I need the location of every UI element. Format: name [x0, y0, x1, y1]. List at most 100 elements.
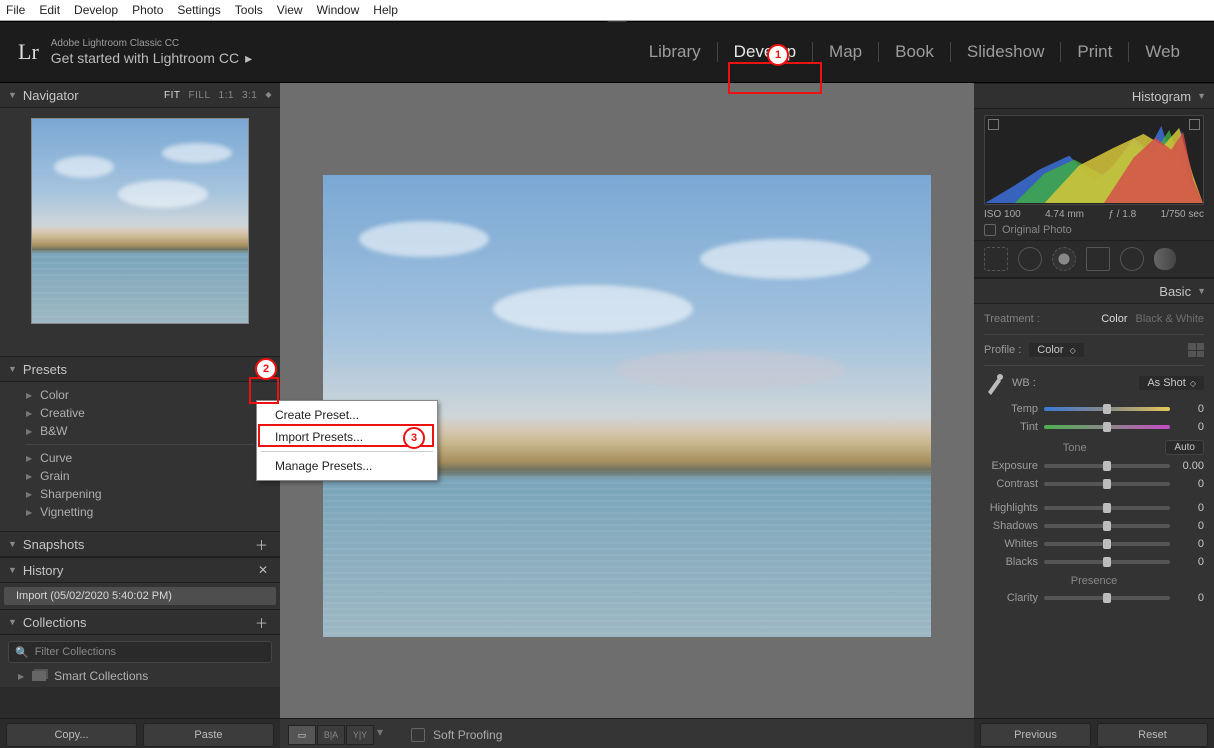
- treatment-bw[interactable]: Black & White: [1136, 313, 1204, 325]
- histogram-chart[interactable]: [984, 115, 1204, 205]
- collections-header[interactable]: ▼ Collections ＋: [0, 609, 280, 635]
- add-snapshot-button[interactable]: ＋: [251, 535, 272, 554]
- preset-group[interactable]: ▶Vignetting: [0, 503, 280, 521]
- module-web[interactable]: Web: [1129, 42, 1196, 62]
- shadow-clip-indicator[interactable]: [988, 119, 999, 130]
- crop-tool-icon[interactable]: [984, 247, 1008, 271]
- soft-proof-checkbox[interactable]: [411, 728, 425, 742]
- before-after-tb-button[interactable]: Y|Y: [346, 725, 374, 745]
- history-entry[interactable]: Import (05/02/2020 5:40:02 PM): [4, 587, 276, 605]
- menu-view[interactable]: View: [277, 3, 303, 17]
- module-slideshow[interactable]: Slideshow: [951, 42, 1062, 62]
- module-map[interactable]: Map: [813, 42, 879, 62]
- module-library[interactable]: Library: [633, 42, 718, 62]
- history-header[interactable]: ▼ History ✕: [0, 557, 280, 583]
- auto-tone-button[interactable]: Auto: [1165, 440, 1204, 455]
- profile-select[interactable]: Color◇: [1029, 343, 1083, 357]
- basic-title: Basic: [1159, 284, 1191, 299]
- logo-block: Lr Adobe Lightroom Classic CC Get starte…: [18, 38, 252, 67]
- filter-collections-input[interactable]: 🔍 Filter Collections: [8, 641, 272, 663]
- caret-right-icon: ▶: [26, 427, 32, 436]
- presets-header[interactable]: ▼ Presets ＋: [0, 356, 280, 382]
- reset-button[interactable]: Reset: [1097, 723, 1208, 747]
- original-photo-row[interactable]: Original Photo: [984, 224, 1204, 236]
- previous-button[interactable]: Previous: [980, 723, 1091, 747]
- disclosure-triangle-icon: ▼: [8, 565, 17, 575]
- original-photo-checkbox[interactable]: [984, 224, 996, 236]
- slider-blacks[interactable]: Blacks0: [984, 553, 1204, 571]
- menu-manage-presets[interactable]: Manage Presets...: [257, 455, 437, 477]
- slider-contrast[interactable]: Contrast0: [984, 475, 1204, 493]
- treatment-color[interactable]: Color: [1101, 313, 1127, 325]
- slider-exposure[interactable]: Exposure0.00: [984, 457, 1204, 475]
- copy-button[interactable]: Copy...: [6, 723, 137, 747]
- navigator-zoom[interactable]: FIT FILL 1:1 3:1 ◆: [164, 90, 272, 101]
- preset-group[interactable]: ▶Grain: [0, 467, 280, 485]
- wb-select[interactable]: As Shot◇: [1139, 376, 1204, 390]
- callout-number-1: 1: [767, 44, 789, 66]
- caret-right-icon: ▸: [245, 50, 252, 67]
- product-subtitle: Adobe Lightroom Classic CC: [51, 38, 252, 50]
- right-panel: Histogram ▼ ISO 100 4.74 mm: [974, 83, 1214, 748]
- radial-filter-tool-icon[interactable]: [1120, 247, 1144, 271]
- brush-tool-icon[interactable]: [1154, 248, 1176, 270]
- eyedropper-icon[interactable]: [984, 370, 1004, 396]
- search-icon: 🔍: [15, 646, 29, 659]
- paste-button[interactable]: Paste: [143, 723, 274, 747]
- module-print[interactable]: Print: [1061, 42, 1129, 62]
- menu-window[interactable]: Window: [317, 3, 360, 17]
- menu-photo[interactable]: Photo: [132, 3, 163, 17]
- menu-settings[interactable]: Settings: [177, 3, 220, 17]
- disclosure-triangle-icon: ▼: [1197, 91, 1206, 101]
- add-collection-button[interactable]: ＋: [251, 613, 272, 632]
- graduated-filter-tool-icon[interactable]: [1086, 247, 1110, 271]
- preset-group[interactable]: ▶Curve: [0, 449, 280, 467]
- product-title[interactable]: Get started with Lightroom CC ▸: [51, 50, 252, 67]
- loupe-view-button[interactable]: ▭: [288, 725, 316, 745]
- histogram-title: Histogram: [1132, 89, 1191, 104]
- module-book[interactable]: Book: [879, 42, 951, 62]
- clear-history-button[interactable]: ✕: [254, 563, 272, 577]
- chevron-updown-icon: ◇: [1190, 379, 1196, 388]
- os-menubar[interactable]: File Edit Develop Photo Settings Tools V…: [0, 0, 1214, 21]
- histogram-header[interactable]: Histogram ▼: [974, 83, 1214, 109]
- module-header: Lr Adobe Lightroom Classic CC Get starte…: [0, 22, 1214, 83]
- preset-group[interactable]: ▶B&W: [0, 422, 280, 440]
- collection-smart[interactable]: ▶ Smart Collections: [0, 667, 280, 685]
- soft-proof-label: Soft Proofing: [433, 728, 502, 742]
- menu-develop[interactable]: Develop: [74, 3, 118, 17]
- module-develop[interactable]: Develop: [718, 42, 813, 62]
- collections-title: Collections: [23, 615, 87, 630]
- menu-edit[interactable]: Edit: [39, 3, 60, 17]
- slider-temp[interactable]: Temp0: [984, 400, 1204, 418]
- profile-browser-button[interactable]: [1188, 343, 1204, 357]
- highlight-clip-indicator[interactable]: [1189, 119, 1200, 130]
- chevron-down-icon[interactable]: ▾: [375, 725, 385, 745]
- preset-group[interactable]: ▶Sharpening: [0, 485, 280, 503]
- menu-help[interactable]: Help: [373, 3, 398, 17]
- slider-highlights[interactable]: Highlights0: [984, 499, 1204, 517]
- redeye-tool-icon[interactable]: [1052, 247, 1076, 271]
- presence-section: Presence: [984, 575, 1204, 587]
- snapshots-header[interactable]: ▼ Snapshots ＋: [0, 531, 280, 557]
- view-mode-segment[interactable]: ▭ B|A Y|Y ▾: [288, 725, 385, 745]
- right-footer: Previous Reset: [974, 718, 1214, 748]
- callout-number-3: 3: [403, 427, 425, 449]
- snapshots-title: Snapshots: [23, 537, 84, 552]
- slider-whites[interactable]: Whites0: [984, 535, 1204, 553]
- chevron-updown-icon: ◇: [1070, 346, 1076, 355]
- slider-tint[interactable]: Tint0: [984, 418, 1204, 436]
- navigator-thumbnail[interactable]: [31, 118, 249, 324]
- spot-removal-tool-icon[interactable]: [1018, 247, 1042, 271]
- basic-header[interactable]: Basic ▼: [974, 278, 1214, 304]
- preset-group[interactable]: ▶Color: [0, 386, 280, 404]
- slider-clarity[interactable]: Clarity0: [984, 589, 1204, 607]
- tone-section: ToneAuto: [984, 440, 1204, 455]
- before-after-lr-button[interactable]: B|A: [317, 725, 345, 745]
- slider-shadows[interactable]: Shadows0: [984, 517, 1204, 535]
- navigator-header[interactable]: ▼ Navigator FIT FILL 1:1 3:1 ◆: [0, 83, 280, 108]
- menu-tools[interactable]: Tools: [235, 3, 263, 17]
- menu-file[interactable]: File: [6, 3, 25, 17]
- menu-create-preset[interactable]: Create Preset...: [257, 404, 437, 426]
- preset-group[interactable]: ▶Creative: [0, 404, 280, 422]
